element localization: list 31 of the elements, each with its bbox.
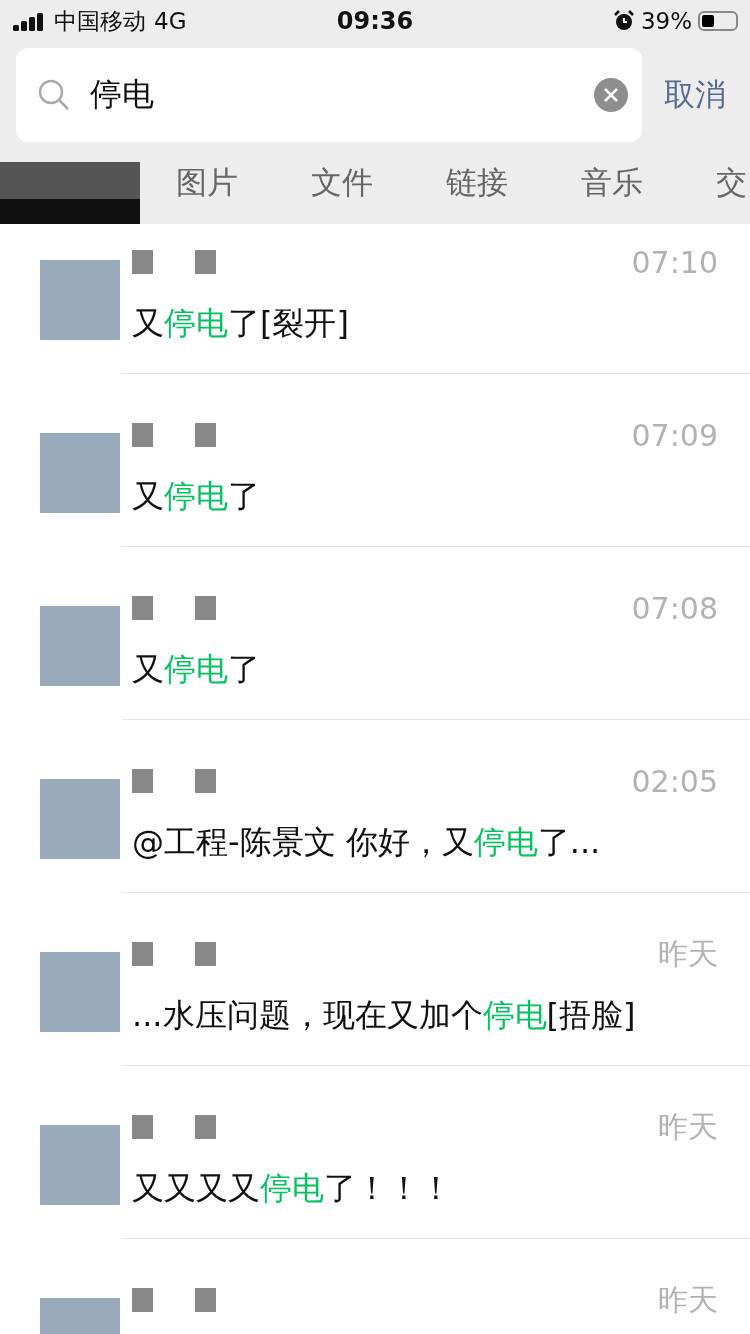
filter-tab[interactable]: 文件 bbox=[275, 162, 410, 204]
message-time: 昨天 bbox=[658, 1107, 718, 1146]
message-time: 07:10 bbox=[631, 244, 718, 280]
message-time: 昨天 bbox=[658, 1280, 718, 1319]
message-time: 02:05 bbox=[631, 763, 718, 799]
message-snippet[interactable]: 又停电了 bbox=[132, 475, 750, 519]
message-time: 昨天 bbox=[658, 934, 718, 973]
network-type: 4G bbox=[154, 8, 187, 34]
message-snippet[interactable]: 又又又又停电了！！！ bbox=[132, 1167, 750, 1211]
battery-icon bbox=[698, 11, 738, 31]
clear-button[interactable] bbox=[594, 78, 628, 112]
filter-tab[interactable]: 图片 bbox=[140, 162, 275, 204]
alarm-icon bbox=[612, 10, 635, 32]
message-time: 07:09 bbox=[631, 417, 718, 453]
carrier-name: 中国移动 bbox=[54, 6, 146, 36]
filter-tab[interactable]: 交 bbox=[680, 162, 750, 204]
battery-percent: 39% bbox=[640, 8, 692, 34]
message-snippet[interactable]: 又停电了 bbox=[132, 648, 750, 692]
close-icon bbox=[603, 87, 619, 103]
message-snippet[interactable]: ...水压问题，现在又加个停电[捂脸] bbox=[132, 994, 750, 1038]
signal-icon bbox=[12, 11, 46, 31]
message-time: 07:08 bbox=[631, 590, 718, 626]
search-query: 停电 bbox=[90, 74, 155, 115]
filter-tab[interactable]: 音乐 bbox=[545, 162, 680, 204]
cancel-button[interactable]: 取消 bbox=[664, 74, 726, 116]
filter-tab[interactable]: 链接 bbox=[410, 162, 545, 204]
search-icon bbox=[38, 79, 70, 111]
search-field[interactable]: 停电 bbox=[16, 48, 642, 142]
message-snippet[interactable]: 又停电了[裂开] bbox=[132, 302, 750, 346]
message-snippet[interactable]: @工程-陈景文 你好，又停电了... bbox=[132, 821, 750, 865]
clock-time: 09:36 bbox=[336, 7, 414, 35]
